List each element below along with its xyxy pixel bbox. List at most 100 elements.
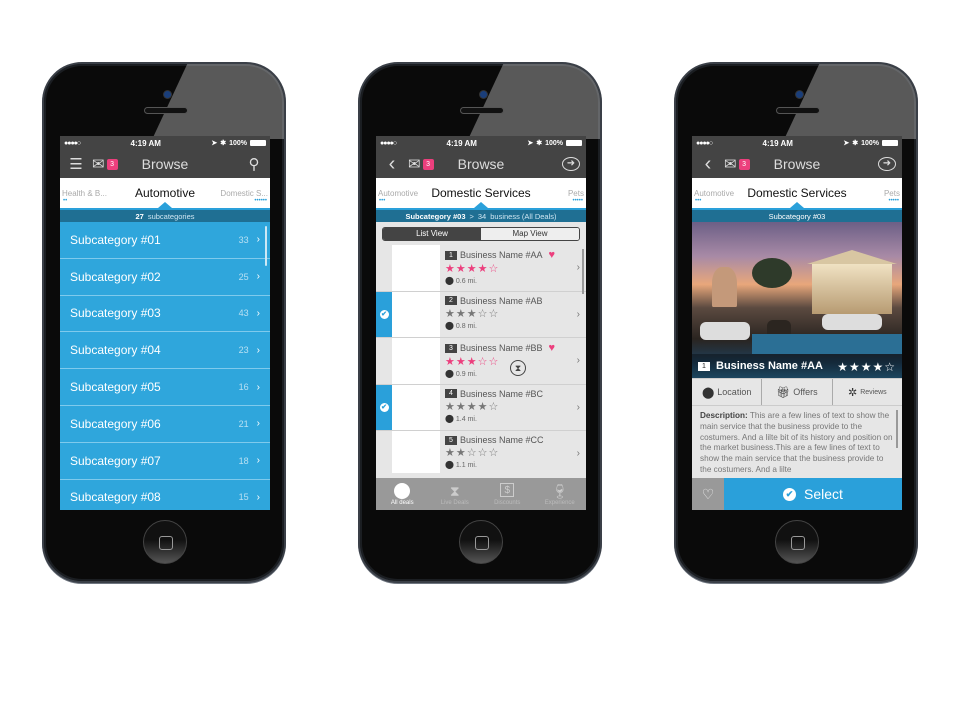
category-tabs: Automotive Domestic Services Pets ••• ••…	[692, 178, 902, 208]
table-row[interactable]: 5 Business Name #CC ★★☆☆☆ ⬤ 1.1 mi. ›	[376, 431, 586, 473]
list-item[interactable]: Subcategory #04 23 ›	[60, 332, 270, 370]
favorite-button[interactable]: ♡	[692, 478, 724, 510]
distance: 0.9 mi.	[455, 371, 477, 378]
breadcrumb: Subcategory #03 > 34 business (All Deals…	[376, 208, 586, 222]
mail-icon[interactable]: ✉	[724, 155, 737, 173]
business-photo[interactable]: 1 Business Name #AA ★★★★☆	[692, 222, 902, 378]
select-toggle[interactable]	[376, 431, 392, 473]
list-view-button[interactable]: List View	[383, 228, 481, 240]
distance: 1.1 mi.	[455, 462, 477, 469]
page-dots-right: •••••	[572, 198, 583, 204]
tab-current-category[interactable]: Automotive	[117, 186, 213, 200]
select-label: Select	[804, 486, 843, 502]
tab-next-category[interactable]: Pets	[847, 189, 900, 198]
business-thumbnail	[392, 291, 440, 337]
select-toggle[interactable]: ✔	[376, 291, 392, 337]
select-toggle[interactable]: ✔	[376, 384, 392, 430]
tab-current-category[interactable]: Domestic Services	[747, 186, 846, 200]
item-count: 21	[238, 418, 249, 429]
signal-icon: ●●●●○	[380, 139, 397, 147]
category-tabs: Health & B... Automotive Domestic S... •…	[60, 178, 270, 208]
phone-2: ●●●●○ 4:19 AM ➤ ✱ 100% Browse ‹ ✉ 3 ➜ Auto…	[358, 62, 602, 583]
map-pin-icon: ⬤	[701, 386, 715, 399]
battery-icon	[566, 140, 582, 146]
tab-label: All deals	[390, 499, 414, 506]
bluetooth-icon: ✱	[536, 140, 543, 147]
mail-icon[interactable]: ✉	[92, 155, 105, 173]
share-icon[interactable]: ➜	[878, 157, 896, 171]
signal-icon: ●●●●○	[64, 139, 81, 147]
camera	[480, 91, 487, 98]
item-count: 16	[238, 382, 249, 393]
distance: 0.8 mi.	[455, 322, 477, 330]
table-row[interactable]: ✔ 2 Business Name #AB ★★★☆☆ ⬤ 0.8 mi. ›	[376, 291, 586, 338]
map-view-button[interactable]: Map View	[481, 228, 579, 240]
item-label: Subcategory #05	[70, 380, 161, 395]
breadcrumb-subcategory[interactable]: Subcategory #03	[405, 212, 465, 221]
tab-next-category[interactable]: Pets	[531, 189, 584, 198]
tab-next-category[interactable]: Domestic S...	[213, 189, 268, 198]
business-thumbnail	[392, 431, 440, 473]
business-number: 1	[698, 361, 710, 371]
table-row[interactable]: 3 Business Name #BB ♥ ★★★☆☆ ⬤ 0.9 mi. ⧗ ›	[376, 338, 586, 385]
home-button[interactable]	[775, 520, 819, 564]
star-rating: ★★★☆☆	[445, 307, 500, 320]
scrollbar[interactable]	[896, 410, 898, 448]
page-dots-left: •••	[379, 198, 386, 204]
item-label: Subcategory #06	[70, 416, 161, 431]
business-count: 34	[477, 211, 487, 221]
tab-discounts[interactable]: $ Discounts	[481, 478, 534, 510]
tab-current-category[interactable]: Domestic Services	[431, 186, 530, 200]
select-button[interactable]: ✔ Select	[724, 478, 902, 510]
star-rating: ★★★★☆	[445, 263, 500, 275]
search-icon[interactable]: ⚲	[244, 155, 264, 173]
tab-prev-category[interactable]: Automotive	[378, 189, 431, 198]
mail-icon[interactable]: ✉	[408, 155, 421, 173]
list-item[interactable]: Subcategory #05 16 ›	[60, 369, 270, 406]
offers-button[interactable]: 🎁︎ Offers	[762, 379, 833, 405]
tab-prev-category[interactable]: Automotive	[694, 189, 747, 198]
select-toggle[interactable]	[376, 338, 392, 384]
table-row[interactable]: ✔ 4 Business Name #BC ★★★★☆ ⬤ 1.4 mi. ›	[376, 384, 586, 431]
list-item[interactable]: Subcategory #08 15 ›	[60, 480, 270, 510]
tab-live-deals[interactable]: ⧗ Live Deals	[429, 478, 482, 510]
map-pin-icon: ⬤	[445, 320, 454, 330]
list-item[interactable]: Subcategory #03 43 ›	[60, 296, 270, 333]
list-item[interactable]: Subcategory #01 33 ›	[60, 222, 270, 259]
hourglass-icon: ⧗	[510, 360, 526, 376]
description-label: Description:	[700, 411, 748, 420]
scrollbar[interactable]	[265, 226, 267, 266]
back-icon[interactable]: ‹	[382, 153, 402, 176]
back-icon[interactable]: ‹	[698, 153, 718, 176]
home-button[interactable]	[143, 520, 187, 564]
tab-label: Discounts	[494, 499, 521, 506]
menu-icon[interactable]: ☰	[66, 155, 86, 173]
reviews-button[interactable]: ✲ Reviews	[833, 379, 902, 405]
heart-icon[interactable]: ♥	[549, 249, 556, 261]
location-button[interactable]: ⬤ Location	[692, 379, 763, 405]
heart-icon[interactable]: ♥	[549, 342, 556, 354]
list-item[interactable]: Subcategory #06 21 ›	[60, 406, 270, 443]
list-item[interactable]: Subcategory #07 18 ›	[60, 443, 270, 480]
chevron-right-icon: ›	[256, 271, 260, 283]
view-toggle: List View Map View	[382, 227, 580, 241]
home-button[interactable]	[459, 520, 503, 564]
tab-prev-category[interactable]: Health & B...	[62, 189, 117, 198]
status-bar: ●●●●○ 4:19 AM ➤ ✱ 100%	[60, 136, 270, 150]
map-pin-icon: ⬤	[445, 276, 454, 285]
share-icon[interactable]: ➜	[562, 157, 580, 171]
select-toggle[interactable]	[376, 245, 392, 291]
tab-label: Live Deals	[440, 499, 469, 506]
mail-badge: 3	[106, 158, 118, 170]
business-description: Description: This are a few lines of tex…	[692, 406, 902, 474]
tab-all-deals[interactable]: All deals	[376, 478, 429, 510]
star-rating: ★★★★☆	[445, 400, 500, 413]
tab-experience[interactable]: 🍷︎ Experience	[534, 478, 587, 510]
photo-cabana	[807, 250, 897, 314]
chevron-right-icon: ›	[576, 448, 580, 459]
list-item[interactable]: Subcategory #02 25 ›	[60, 259, 270, 296]
business-name: Business Name #AA	[460, 250, 543, 260]
photo-sofa	[700, 322, 750, 340]
scrollbar[interactable]	[582, 249, 584, 294]
table-row[interactable]: 1 Business Name #AA ♥ ★★★★☆ ⬤ 0.6 mi. ›	[376, 245, 586, 292]
